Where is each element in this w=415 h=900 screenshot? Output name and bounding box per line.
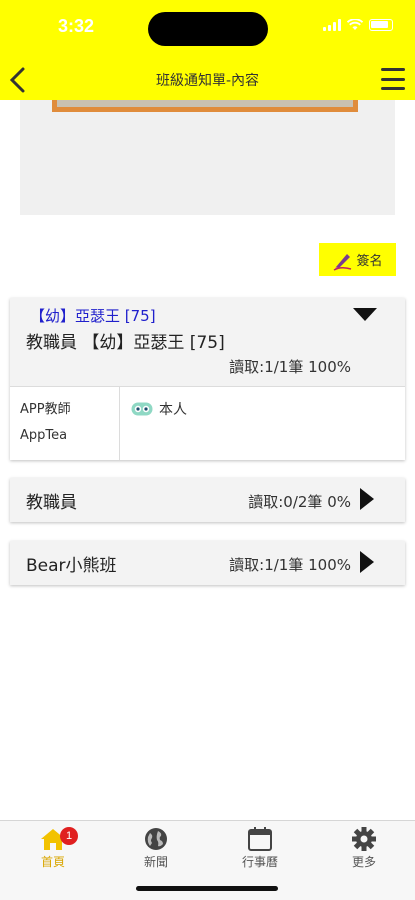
gear-icon <box>352 827 376 851</box>
tab-label: 更多 <box>351 855 376 869</box>
pen-icon <box>334 253 352 271</box>
eyes-icon <box>131 402 153 416</box>
member-name: APP教師 <box>20 402 71 417</box>
status-time: 3:32 <box>58 16 95 36</box>
notification-badge: 1 <box>60 827 78 845</box>
tab-more[interactable]: 更多 <box>324 825 404 870</box>
calendar-icon <box>248 827 272 851</box>
menu-line <box>381 77 405 81</box>
read-group-row[interactable]: 教職員 讀取:0/2筆 0% <box>10 478 405 522</box>
collapse-arrow-icon[interactable] <box>353 308 377 321</box>
tab-home[interactable]: 1 首頁 <box>13 825 93 870</box>
expand-arrow-icon[interactable] <box>360 488 374 510</box>
read-group-row[interactable]: Bear小熊班 讀取:1/1筆 100% <box>10 541 405 585</box>
dynamic-island <box>148 12 268 46</box>
signal-icon <box>323 19 341 31</box>
tab-label: 行事曆 <box>241 855 278 869</box>
image-frame <box>52 100 358 112</box>
home-indicator <box>136 886 278 891</box>
group-title: Bear小熊班 <box>26 556 117 576</box>
status-icons <box>323 19 393 31</box>
app-header: 3:32 班級通知單-內容 <box>0 0 415 100</box>
attachment-preview[interactable] <box>20 100 395 215</box>
globe-icon <box>145 828 167 850</box>
tab-label: 首頁 <box>40 855 65 869</box>
tab-label: 新聞 <box>143 855 168 869</box>
expand-arrow-icon[interactable] <box>360 551 374 573</box>
group-title: 教職員 【幼】亞瑟王 [75] <box>26 333 225 353</box>
member-account: AppTea <box>20 428 68 443</box>
reader-status-label: 本人 <box>159 402 187 418</box>
read-group-header[interactable]: 【幼】亞瑟王 [75] 教職員 【幼】亞瑟王 [75] 讀取:1/1筆 100% <box>10 298 405 387</box>
group-title: 教職員 <box>26 493 77 513</box>
reader-status: 本人 <box>131 399 187 419</box>
sign-button-label: 簽名 <box>356 254 383 269</box>
sign-button[interactable]: 簽名 <box>319 243 396 276</box>
read-count: 讀取:1/1筆 100% <box>229 358 351 376</box>
member-cell: APP教師 AppTea <box>10 387 120 460</box>
read-group-card: 【幼】亞瑟王 [75] 教職員 【幼】亞瑟王 [75] 讀取:1/1筆 100%… <box>10 298 405 460</box>
menu-button[interactable] <box>381 68 405 90</box>
read-count: 讀取:1/1筆 100% <box>229 556 351 574</box>
read-count: 讀取:0/2筆 0% <box>248 493 351 511</box>
class-name-link[interactable]: 【幼】亞瑟王 [75] <box>30 305 156 326</box>
tab-news[interactable]: 新聞 <box>116 825 196 870</box>
wifi-icon <box>347 19 363 30</box>
member-row: APP教師 AppTea 本人 <box>10 387 405 460</box>
battery-icon <box>369 19 393 31</box>
page-title: 班級通知單-內容 <box>155 73 260 89</box>
menu-line <box>381 87 405 90</box>
menu-line <box>381 68 405 71</box>
tab-calendar[interactable]: 行事曆 <box>220 825 300 870</box>
